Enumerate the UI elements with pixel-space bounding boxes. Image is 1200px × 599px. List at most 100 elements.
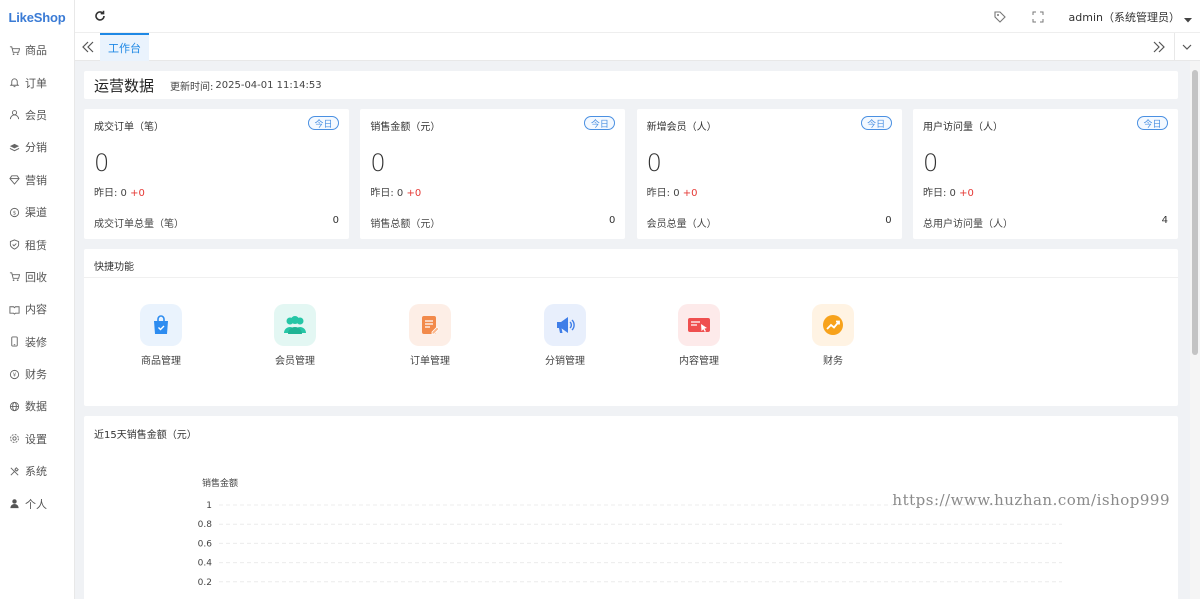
stat-total-value: 0 [332, 215, 339, 226]
sidebar-item-orders[interactable]: 订单 [0, 66, 74, 98]
quick-item-orders[interactable]: 订单管理 [390, 304, 470, 367]
operation-header: 运营数据 更新时间: 2025-04-01 11:14:53 [84, 71, 1178, 99]
today-badge: 今日 [308, 116, 339, 130]
sidebar-item-label: 财务 [25, 368, 47, 382]
sidebar-item-label: 数据 [25, 400, 47, 414]
diamond-icon [9, 174, 20, 186]
tab-workbench[interactable]: 工作台 [100, 33, 149, 61]
stat-yesterday: 昨日: 0 +0 [370, 184, 421, 199]
quick-item-goods[interactable]: 商品管理 [121, 304, 201, 367]
sidebar-item-content[interactable]: 内容 [0, 293, 74, 325]
topbar-right: admin（系统管理员） [993, 0, 1200, 33]
sidebar-item-label: 会员 [25, 108, 47, 122]
stat-total-label: 总用户访问量（人） [922, 219, 1013, 230]
quick-label: 订单管理 [410, 356, 450, 367]
user-menu[interactable]: admin（系统管理员） [1069, 9, 1180, 25]
sidebar-item-distribution[interactable]: 分销 [0, 131, 74, 163]
sidebar-item-profile[interactable]: 个人 [0, 487, 74, 519]
sidebar-item-system[interactable]: 系统 [0, 455, 74, 487]
users-icon [274, 304, 316, 346]
sidebar-item-label: 分销 [25, 141, 47, 155]
double-chevron-right-icon[interactable] [1152, 40, 1166, 54]
main-content: 运营数据 更新时间: 2025-04-01 11:14:53 成交订单（笔） 今… [84, 71, 1178, 599]
sidebar-item-goods[interactable]: 商品 [0, 34, 74, 66]
stat-value: 0 [370, 149, 386, 177]
stat-total-label: 销售总额（元） [370, 219, 441, 230]
quick-item-content[interactable]: 内容管理 [659, 304, 739, 367]
yesterday-label: 昨日: 0 [370, 188, 404, 199]
chevron-down-icon[interactable] [1181, 41, 1193, 53]
sidebar: LikeShop 商品 订单 会员 分销 营销 $ 渠道 租赁 回收 内容 装修… [0, 0, 75, 599]
stat-yesterday: 昨日: 0 +0 [647, 184, 698, 199]
chevron-down-icon[interactable] [1184, 13, 1192, 22]
user-icon [9, 109, 20, 120]
y-tick-label: 0.4 [198, 559, 213, 569]
quick-title: 快捷功能 [94, 262, 134, 273]
quick-label: 财务 [823, 356, 843, 367]
sidebar-item-rental[interactable]: 租赁 [0, 228, 74, 260]
stats-row: 成交订单（笔） 今日 0 昨日: 0 +0 成交订单总量（笔） 0 销售金额（元… [84, 109, 1178, 239]
svg-text:¥: ¥ [13, 372, 17, 378]
stat-yesterday: 昨日: 0 +0 [94, 184, 145, 199]
delta: +0 [130, 188, 145, 199]
stat-total-label: 会员总量（人） [646, 219, 717, 230]
divider [84, 277, 1178, 278]
today-badge: 今日 [860, 116, 892, 130]
stat-title: 销售金额（元） [370, 122, 441, 133]
quick-item-members[interactable]: 会员管理 [255, 304, 335, 367]
sidebar-item-data[interactable]: 数据 [0, 390, 74, 422]
quick-item-distribution[interactable]: 分销管理 [525, 304, 605, 367]
page-title: 运营数据 [94, 76, 155, 95]
sidebar-item-label: 设置 [25, 432, 47, 446]
stat-card-members: 新增会员（人） 今日 0 昨日: 0 +0 会员总量（人） 0 [636, 109, 902, 239]
scrollbar[interactable] [1190, 61, 1200, 599]
y-tick-label: 1 [206, 501, 212, 511]
stat-card-sales: 销售金额（元） 今日 0 昨日: 0 +0 销售总额（元） 0 [360, 109, 626, 239]
stat-total-value: 4 [1161, 215, 1168, 226]
stat-value: 0 [94, 149, 110, 177]
order-edit-icon [409, 304, 451, 346]
tag-icon[interactable] [993, 10, 1007, 24]
double-chevron-left-icon[interactable] [81, 40, 95, 54]
topbar: admin（系统管理员） [75, 0, 1200, 33]
mobile-icon [9, 336, 20, 347]
trend-icon [812, 304, 854, 346]
sidebar-item-label: 订单 [25, 76, 47, 90]
sidebar-item-label: 装修 [25, 335, 47, 349]
quick-label: 会员管理 [275, 356, 315, 367]
quick-actions: 快捷功能 商品管理 会员管理 订单管理 分销管理 内容管理 财务 [84, 249, 1178, 406]
sidebar-item-decoration[interactable]: 装修 [0, 326, 74, 358]
stat-title: 用户访问量（人） [922, 122, 1003, 133]
stat-value: 0 [646, 149, 662, 177]
tabs-bar: 工作台 [75, 33, 1200, 61]
sidebar-item-recycle[interactable]: 回收 [0, 261, 74, 293]
quick-item-finance[interactable]: 财务 [793, 304, 873, 367]
sidebar-item-label: 租赁 [25, 238, 47, 252]
sidebar-item-settings[interactable]: 设置 [0, 423, 74, 455]
scrollbar-thumb[interactable] [1192, 70, 1198, 355]
update-time: 2025-04-01 11:14:53 [215, 79, 322, 91]
yesterday-label: 昨日: 0 [646, 188, 680, 199]
delta: +0 [682, 188, 698, 199]
quick-label: 分销管理 [545, 356, 585, 367]
sidebar-item-finance[interactable]: ¥ 财务 [0, 358, 74, 390]
quick-label: 内容管理 [679, 356, 719, 367]
logo[interactable]: LikeShop [0, 0, 74, 34]
sidebar-nav: 商品 订单 会员 分销 营销 $ 渠道 租赁 回收 内容 装修 ¥ 财务 数据 … [0, 34, 74, 520]
svg-text:$: $ [13, 210, 17, 216]
sidebar-item-label: 个人 [25, 497, 47, 511]
update-label: 更新时间: [170, 81, 214, 93]
stat-total-value: 0 [608, 215, 616, 226]
yesterday-label: 昨日: 0 [922, 188, 956, 199]
sidebar-item-label: 系统 [25, 465, 47, 479]
sidebar-item-channel[interactable]: $ 渠道 [0, 196, 74, 228]
shopping-bag-icon [140, 304, 182, 346]
refresh-icon[interactable] [93, 9, 107, 23]
book-icon [9, 304, 20, 315]
layers-icon [9, 142, 20, 153]
sidebar-item-members[interactable]: 会员 [0, 99, 74, 131]
sidebar-item-label: 内容 [25, 303, 47, 317]
sidebar-item-marketing[interactable]: 营销 [0, 164, 74, 196]
stat-yesterday: 昨日: 0 +0 [923, 184, 974, 199]
fullscreen-icon[interactable] [1031, 10, 1045, 24]
